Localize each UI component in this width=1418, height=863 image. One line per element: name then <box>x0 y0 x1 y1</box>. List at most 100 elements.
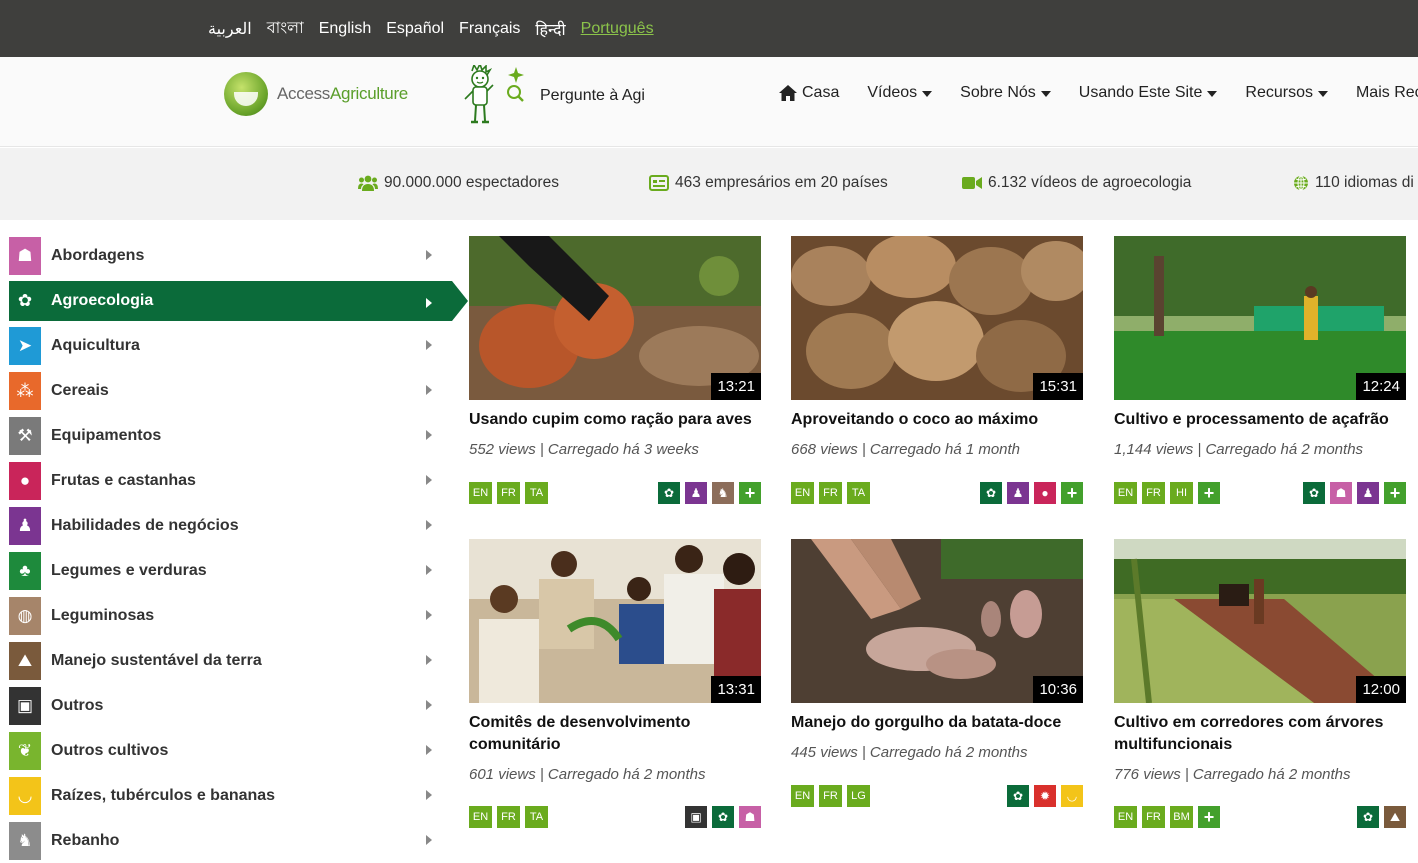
language-tag[interactable]: BM <box>1170 806 1193 828</box>
language-tag[interactable]: FR <box>819 785 842 807</box>
agroecology-icon[interactable]: ✿ <box>1357 806 1379 828</box>
video-card[interactable]: 15:31 Aproveitando o coco ao máximo 668 … <box>791 236 1083 458</box>
banana-icon[interactable]: ◡ <box>1061 785 1083 807</box>
video-tags: EN FR TA ▣ ✿ ☗ <box>469 806 761 828</box>
language-tag[interactable]: EN <box>791 482 814 504</box>
language-link-portuguese[interactable]: Português <box>581 20 654 38</box>
language-link-bangla[interactable]: বাংলা <box>267 15 304 42</box>
ask-agi-button[interactable]: Pergunte à Agi <box>460 61 645 127</box>
language-tag[interactable]: FR <box>819 482 842 504</box>
language-tag[interactable]: HI <box>1170 482 1193 504</box>
sidebar-category-rebanho[interactable]: ♞ Rebanho <box>9 818 469 863</box>
sidebar-category-agroecologia[interactable]: ✿ Agroecologia <box>9 281 468 321</box>
business-icon[interactable]: ♟ <box>1357 482 1379 504</box>
site-logo[interactable]: AccessAgriculture <box>224 71 408 117</box>
video-card[interactable]: 13:31 Comitês de desenvolvimento comunit… <box>469 539 761 783</box>
approaches-icon[interactable]: ☗ <box>739 806 761 828</box>
nav-recent[interactable]: Mais Rece <box>1356 84 1418 102</box>
sidebar-category-outros[interactable]: ▣ Outros <box>9 683 469 728</box>
nav-resources-label: Recursos <box>1245 84 1313 101</box>
agroecology-icon[interactable]: ✿ <box>1007 785 1029 807</box>
sidebar-category-aquicultura[interactable]: ➤ Aquicultura <box>9 323 469 368</box>
video-title[interactable]: Cultivo e processamento de açafrão <box>1114 409 1406 431</box>
language-link-hindi[interactable]: हिन्दी <box>535 18 565 40</box>
sidebar-category-legumes-e-verduras[interactable]: ♣ Legumes e verduras <box>9 548 469 593</box>
land-icon[interactable]: ⛰ <box>1384 806 1406 828</box>
language-link-arabic[interactable]: العربية <box>208 19 252 39</box>
approaches-icon[interactable]: ☗ <box>1330 482 1352 504</box>
sidebar-category-manejo-sustent-vel-da-terra[interactable]: ⛰ Manejo sustentável da terra <box>9 638 469 683</box>
agroecology-icon[interactable]: ✿ <box>1303 482 1325 504</box>
language-tag[interactable]: TA <box>847 482 870 504</box>
language-tag[interactable]: FR <box>1142 482 1165 504</box>
video-title[interactable]: Comitês de desenvolvimento comunitário <box>469 712 761 756</box>
sidebar-category-ra-zes-tub-rculos-e-bananas[interactable]: ◡ Raízes, tubérculos e bananas <box>9 773 469 818</box>
video-meta: 1,144 views | Carregado há 2 months <box>1114 441 1364 458</box>
sidebar-category-outros-cultivos[interactable]: ❦ Outros cultivos <box>9 728 469 773</box>
language-tag[interactable]: FR <box>497 482 520 504</box>
video-title[interactable]: Cultivo em corredores com árvores multif… <box>1114 712 1406 756</box>
more-categories-plus-icon[interactable]: + <box>1384 482 1406 504</box>
nav-videos[interactable]: Vídeos <box>867 84 933 102</box>
language-tag[interactable]: FR <box>497 806 520 828</box>
more-categories-plus-icon[interactable]: + <box>1061 482 1083 504</box>
language-tag[interactable]: LG <box>847 785 870 807</box>
language-link-spanish[interactable]: Español <box>386 20 444 38</box>
other-icon: ▣ <box>9 686 41 725</box>
nav-using-site[interactable]: Usando Este Site <box>1079 84 1218 102</box>
language-tag[interactable]: TA <box>525 806 548 828</box>
language-link-french[interactable]: Français <box>459 20 520 38</box>
agroecology-icon[interactable]: ✿ <box>980 482 1002 504</box>
category-label: Outros <box>51 696 104 714</box>
nav-home[interactable]: Casa <box>779 84 839 102</box>
language-tag[interactable]: EN <box>1114 806 1137 828</box>
business-icon[interactable]: ♟ <box>1007 482 1029 504</box>
language-tag[interactable]: EN <box>469 806 492 828</box>
sidebar-category-frutas-e-castanhas[interactable]: ● Frutas e castanhas <box>9 458 469 503</box>
agroecology-icon[interactable]: ✿ <box>658 482 680 504</box>
video-card[interactable]: 13:21 Usando cupim como ração para aves … <box>469 236 761 458</box>
video-thumbnail[interactable]: 15:31 <box>791 236 1083 400</box>
video-tags: EN FR LG ✿ ✹ ◡ <box>791 785 1083 807</box>
other-icon[interactable]: ▣ <box>685 806 707 828</box>
fruit-icon[interactable]: ● <box>1034 482 1056 504</box>
sidebar-category-equipamentos[interactable]: ⚒ Equipamentos <box>9 413 469 458</box>
video-thumbnail[interactable]: 10:36 <box>791 539 1083 703</box>
business-icon[interactable]: ♟ <box>685 482 707 504</box>
sidebar-category-leguminosas[interactable]: ◍ Leguminosas <box>9 593 469 638</box>
sidebar-category-abordagens[interactable]: ☗ Abordagens <box>9 233 469 278</box>
video-meta: 601 views | Carregado há 2 months <box>469 766 706 783</box>
sidebar-category-cereais[interactable]: ⁂ Cereais <box>9 368 469 413</box>
stat-viewers: 90.000.000 espectadores <box>358 174 559 192</box>
caret-down-icon <box>1207 91 1218 97</box>
livestock-icon[interactable]: ♞ <box>712 482 734 504</box>
language-tag[interactable]: EN <box>469 482 492 504</box>
video-card[interactable]: 10:36 Manejo do gorgulho da batata-doce … <box>791 539 1083 761</box>
nav-resources[interactable]: Recursos <box>1245 84 1328 102</box>
language-link-english[interactable]: English <box>319 20 371 38</box>
video-card[interactable]: 12:24 Cultivo e processamento de açafrão… <box>1114 236 1406 458</box>
language-tag[interactable]: EN <box>791 785 814 807</box>
id-card-icon <box>649 175 669 191</box>
more-categories-plus-icon[interactable]: + <box>739 482 761 504</box>
video-card[interactable]: 12:00 Cultivo em corredores com árvores … <box>1114 539 1406 783</box>
agroecology-icon[interactable]: ✿ <box>712 806 734 828</box>
language-tag[interactable]: EN <box>1114 482 1137 504</box>
more-languages-plus-icon[interactable]: + <box>1198 482 1220 504</box>
nav-about[interactable]: Sobre Nós <box>960 84 1051 102</box>
sidebar-category-habilidades-de-neg-cios[interactable]: ♟ Habilidades de negócios <box>9 503 469 548</box>
more-languages-plus-icon[interactable]: + <box>1198 806 1220 828</box>
legume-icon: ◍ <box>9 596 41 635</box>
pest-icon[interactable]: ✹ <box>1034 785 1056 807</box>
video-title[interactable]: Usando cupim como ração para aves <box>469 409 761 431</box>
language-tag[interactable]: FR <box>1142 806 1165 828</box>
chevron-right-icon <box>426 340 432 350</box>
video-title[interactable]: Manejo do gorgulho da batata-doce <box>791 712 1083 734</box>
language-tag[interactable]: TA <box>525 482 548 504</box>
video-thumbnail[interactable]: 12:24 <box>1114 236 1406 400</box>
chevron-right-icon <box>426 298 432 308</box>
video-thumbnail[interactable]: 13:21 <box>469 236 761 400</box>
video-thumbnail[interactable]: 12:00 <box>1114 539 1406 703</box>
video-thumbnail[interactable]: 13:31 <box>469 539 761 703</box>
video-title[interactable]: Aproveitando o coco ao máximo <box>791 409 1083 431</box>
